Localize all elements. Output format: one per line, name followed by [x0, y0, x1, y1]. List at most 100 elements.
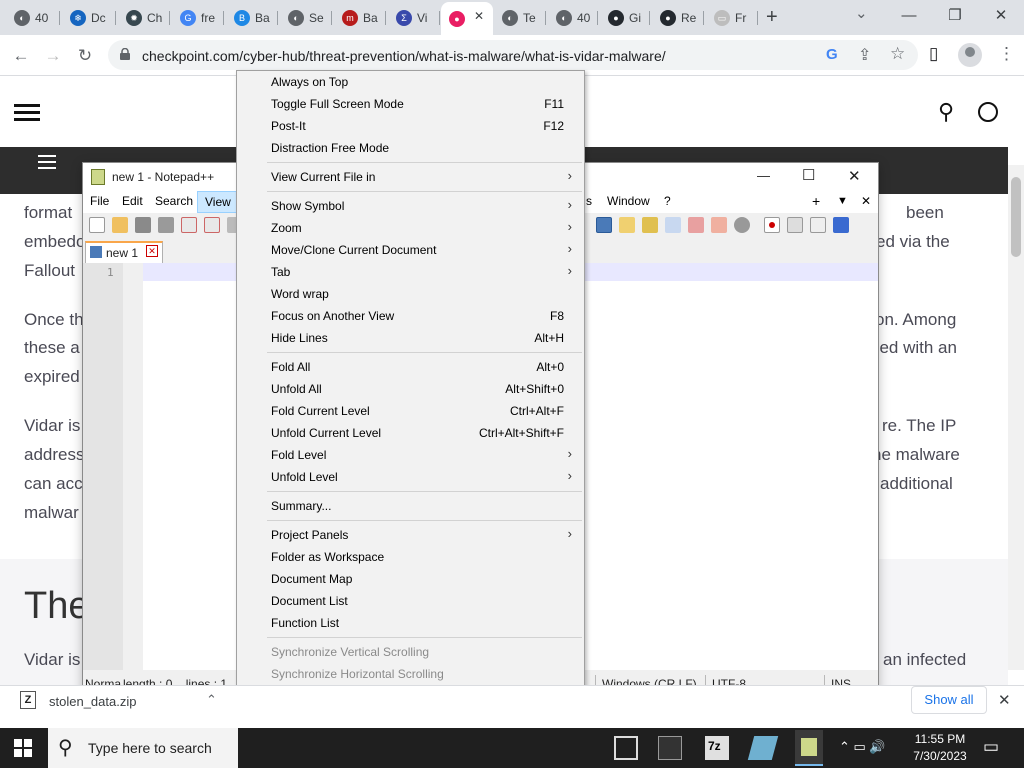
menu-item-zoom[interactable]: Zoom ›: [237, 217, 584, 239]
page-scrollbar[interactable]: [1008, 165, 1024, 670]
menu-item-move-clone-current-document[interactable]: Move/Clone Current Document ›: [237, 239, 584, 261]
browser-tab[interactable]: ✹ Ch: [118, 4, 170, 32]
new-tab-button[interactable]: +: [766, 6, 778, 29]
menu-item-fold-all[interactable]: Fold All Alt+0: [237, 356, 584, 378]
notepad-plus-plus-taskbar-icon[interactable]: [795, 730, 823, 766]
tab-list-dropdown[interactable]: ▼: [837, 195, 848, 207]
function-list-icon[interactable]: [688, 217, 704, 233]
menu-item-toggle-full-screen-mode[interactable]: Toggle Full Screen Mode F11: [237, 93, 584, 115]
indent-guide-icon[interactable]: [619, 217, 635, 233]
browser-tab[interactable]: ◐ 40: [6, 4, 60, 32]
run-macro-multiple-icon[interactable]: [833, 217, 849, 233]
menu-item-unfold-current-level[interactable]: Unfold Current Level Ctrl+Alt+Shift+F: [237, 422, 584, 444]
terminal-icon[interactable]: [658, 736, 682, 760]
download-filename[interactable]: stolen_data.zip: [49, 694, 136, 709]
seven-zip-icon[interactable]: 7z: [705, 736, 729, 760]
folder-workspace-icon[interactable]: [711, 217, 727, 233]
close-file-icon[interactable]: [181, 217, 197, 233]
scrollbar-thumb[interactable]: [1011, 177, 1021, 257]
monitoring-icon[interactable]: [734, 217, 750, 233]
menu-window[interactable]: Window: [607, 194, 650, 208]
secondary-menu-icon[interactable]: [38, 155, 56, 169]
close-button[interactable]: ✕: [978, 4, 1024, 28]
close-tab-button[interactable]: ✕: [861, 194, 871, 208]
word-wrap-icon[interactable]: [596, 217, 612, 233]
side-panel-icon[interactable]: ▯: [929, 44, 938, 64]
browser-tab[interactable]: ◐ 40: [548, 4, 598, 32]
lock-icon[interactable]: [120, 48, 130, 60]
bookmark-star-icon[interactable]: ☆: [890, 44, 905, 64]
minimize-button[interactable]: —: [886, 4, 932, 28]
menu-search[interactable]: Search: [155, 194, 193, 208]
browser-tab[interactable]: B Ba: [226, 4, 278, 32]
menu-item-document-list[interactable]: Document List: [237, 590, 584, 612]
doc-map-icon[interactable]: [665, 217, 681, 233]
menu-item-distraction-free-mode[interactable]: Distraction Free Mode: [237, 137, 584, 159]
save-icon[interactable]: [135, 217, 151, 233]
menu-item-always-on-top[interactable]: Always on Top: [237, 71, 584, 93]
document-tab[interactable]: new 1 ✕: [85, 241, 163, 263]
menu-item-function-list[interactable]: Function List: [237, 612, 584, 634]
taskbar-search-box[interactable]: ⚲ Type here to search: [48, 728, 238, 768]
menu-item-post-it[interactable]: Post-It F12: [237, 115, 584, 137]
menu-item-summary[interactable]: Summary...: [237, 495, 584, 517]
browser-tab[interactable]: Σ Vi: [388, 4, 440, 32]
download-bar-close-icon[interactable]: ✕: [998, 691, 1011, 709]
menu-edit[interactable]: Edit: [122, 194, 143, 208]
browser-tab[interactable]: ◐ Se: [280, 4, 332, 32]
maximize-button[interactable]: ❐: [932, 4, 978, 28]
browser-tab[interactable]: ❄ Dc: [62, 4, 116, 32]
google-lens-icon[interactable]: G: [826, 46, 838, 63]
browser-tab[interactable]: ◐ Te: [494, 4, 546, 32]
menu-tools[interactable]: s: [586, 194, 592, 208]
browser-tab[interactable]: ▭ Fr: [706, 4, 758, 32]
app-icon[interactable]: [747, 736, 779, 760]
notification-center-icon[interactable]: ▭: [983, 737, 999, 757]
forward-button[interactable]: →: [40, 43, 66, 69]
back-button[interactable]: ←: [8, 43, 34, 69]
menu-item-fold-current-level[interactable]: Fold Current Level Ctrl+Alt+F: [237, 400, 584, 422]
notepad-maximize-button[interactable]: ☐: [802, 166, 815, 184]
system-tray-icons[interactable]: ⌃ ▭ 🔊: [839, 739, 886, 755]
record-macro-icon[interactable]: [764, 217, 780, 233]
menu-item-hide-lines[interactable]: Hide Lines Alt+H: [237, 327, 584, 349]
menu-item-fold-level[interactable]: Fold Level ›: [237, 444, 584, 466]
profile-avatar[interactable]: [958, 43, 982, 67]
tab-search-button[interactable]: ⌄: [855, 4, 868, 22]
browser-tab[interactable]: ● ✕: [441, 2, 493, 35]
new-file-icon[interactable]: [89, 217, 105, 233]
menu-item-folder-as-workspace[interactable]: Folder as Workspace: [237, 546, 584, 568]
menu-item-show-symbol[interactable]: Show Symbol ›: [237, 195, 584, 217]
browser-tab[interactable]: Gfre: [172, 4, 224, 32]
taskbar-clock[interactable]: 11:55 PM 7/30/2023: [904, 731, 976, 765]
chrome-menu-icon[interactable]: ⋮: [998, 44, 1015, 64]
open-file-icon[interactable]: [112, 217, 128, 233]
menu-view[interactable]: View: [197, 191, 237, 213]
menu-item-document-map[interactable]: Document Map: [237, 568, 584, 590]
menu-item-project-panels[interactable]: Project Panels ›: [237, 524, 584, 546]
task-view-icon[interactable]: [614, 736, 638, 760]
browser-tab[interactable]: ● Gi: [600, 4, 650, 32]
tab-close-icon[interactable]: ✕: [146, 245, 158, 257]
show-all-button[interactable]: Show all: [911, 686, 987, 714]
menu-item-focus-on-another-view[interactable]: Focus on Another View F8: [237, 305, 584, 327]
globe-icon[interactable]: [978, 102, 998, 122]
play-macro-icon[interactable]: [810, 217, 826, 233]
menu-item-tab[interactable]: Tab ›: [237, 261, 584, 283]
reload-button[interactable]: ↻: [72, 43, 98, 69]
browser-tab[interactable]: m Ba: [334, 4, 386, 32]
menu-file[interactable]: File: [90, 194, 109, 208]
user-language-icon[interactable]: [642, 217, 658, 233]
download-options-chevron[interactable]: ⌃: [206, 692, 217, 708]
save-all-icon[interactable]: [158, 217, 174, 233]
browser-tab[interactable]: ● Re: [652, 4, 704, 32]
url-text[interactable]: checkpoint.com/cyber-hub/threat-preventi…: [142, 48, 666, 64]
windows-start-icon[interactable]: [14, 739, 32, 757]
menu-item-view-current-file-in[interactable]: View Current File in ›: [237, 166, 584, 188]
notepad-close-button[interactable]: ✕: [848, 167, 861, 185]
menu-help[interactable]: ?: [664, 194, 671, 208]
share-icon[interactable]: ⇪: [858, 45, 871, 65]
menu-item-unfold-all[interactable]: Unfold All Alt+Shift+0: [237, 378, 584, 400]
stop-macro-icon[interactable]: [787, 217, 803, 233]
close-all-icon[interactable]: [204, 217, 220, 233]
